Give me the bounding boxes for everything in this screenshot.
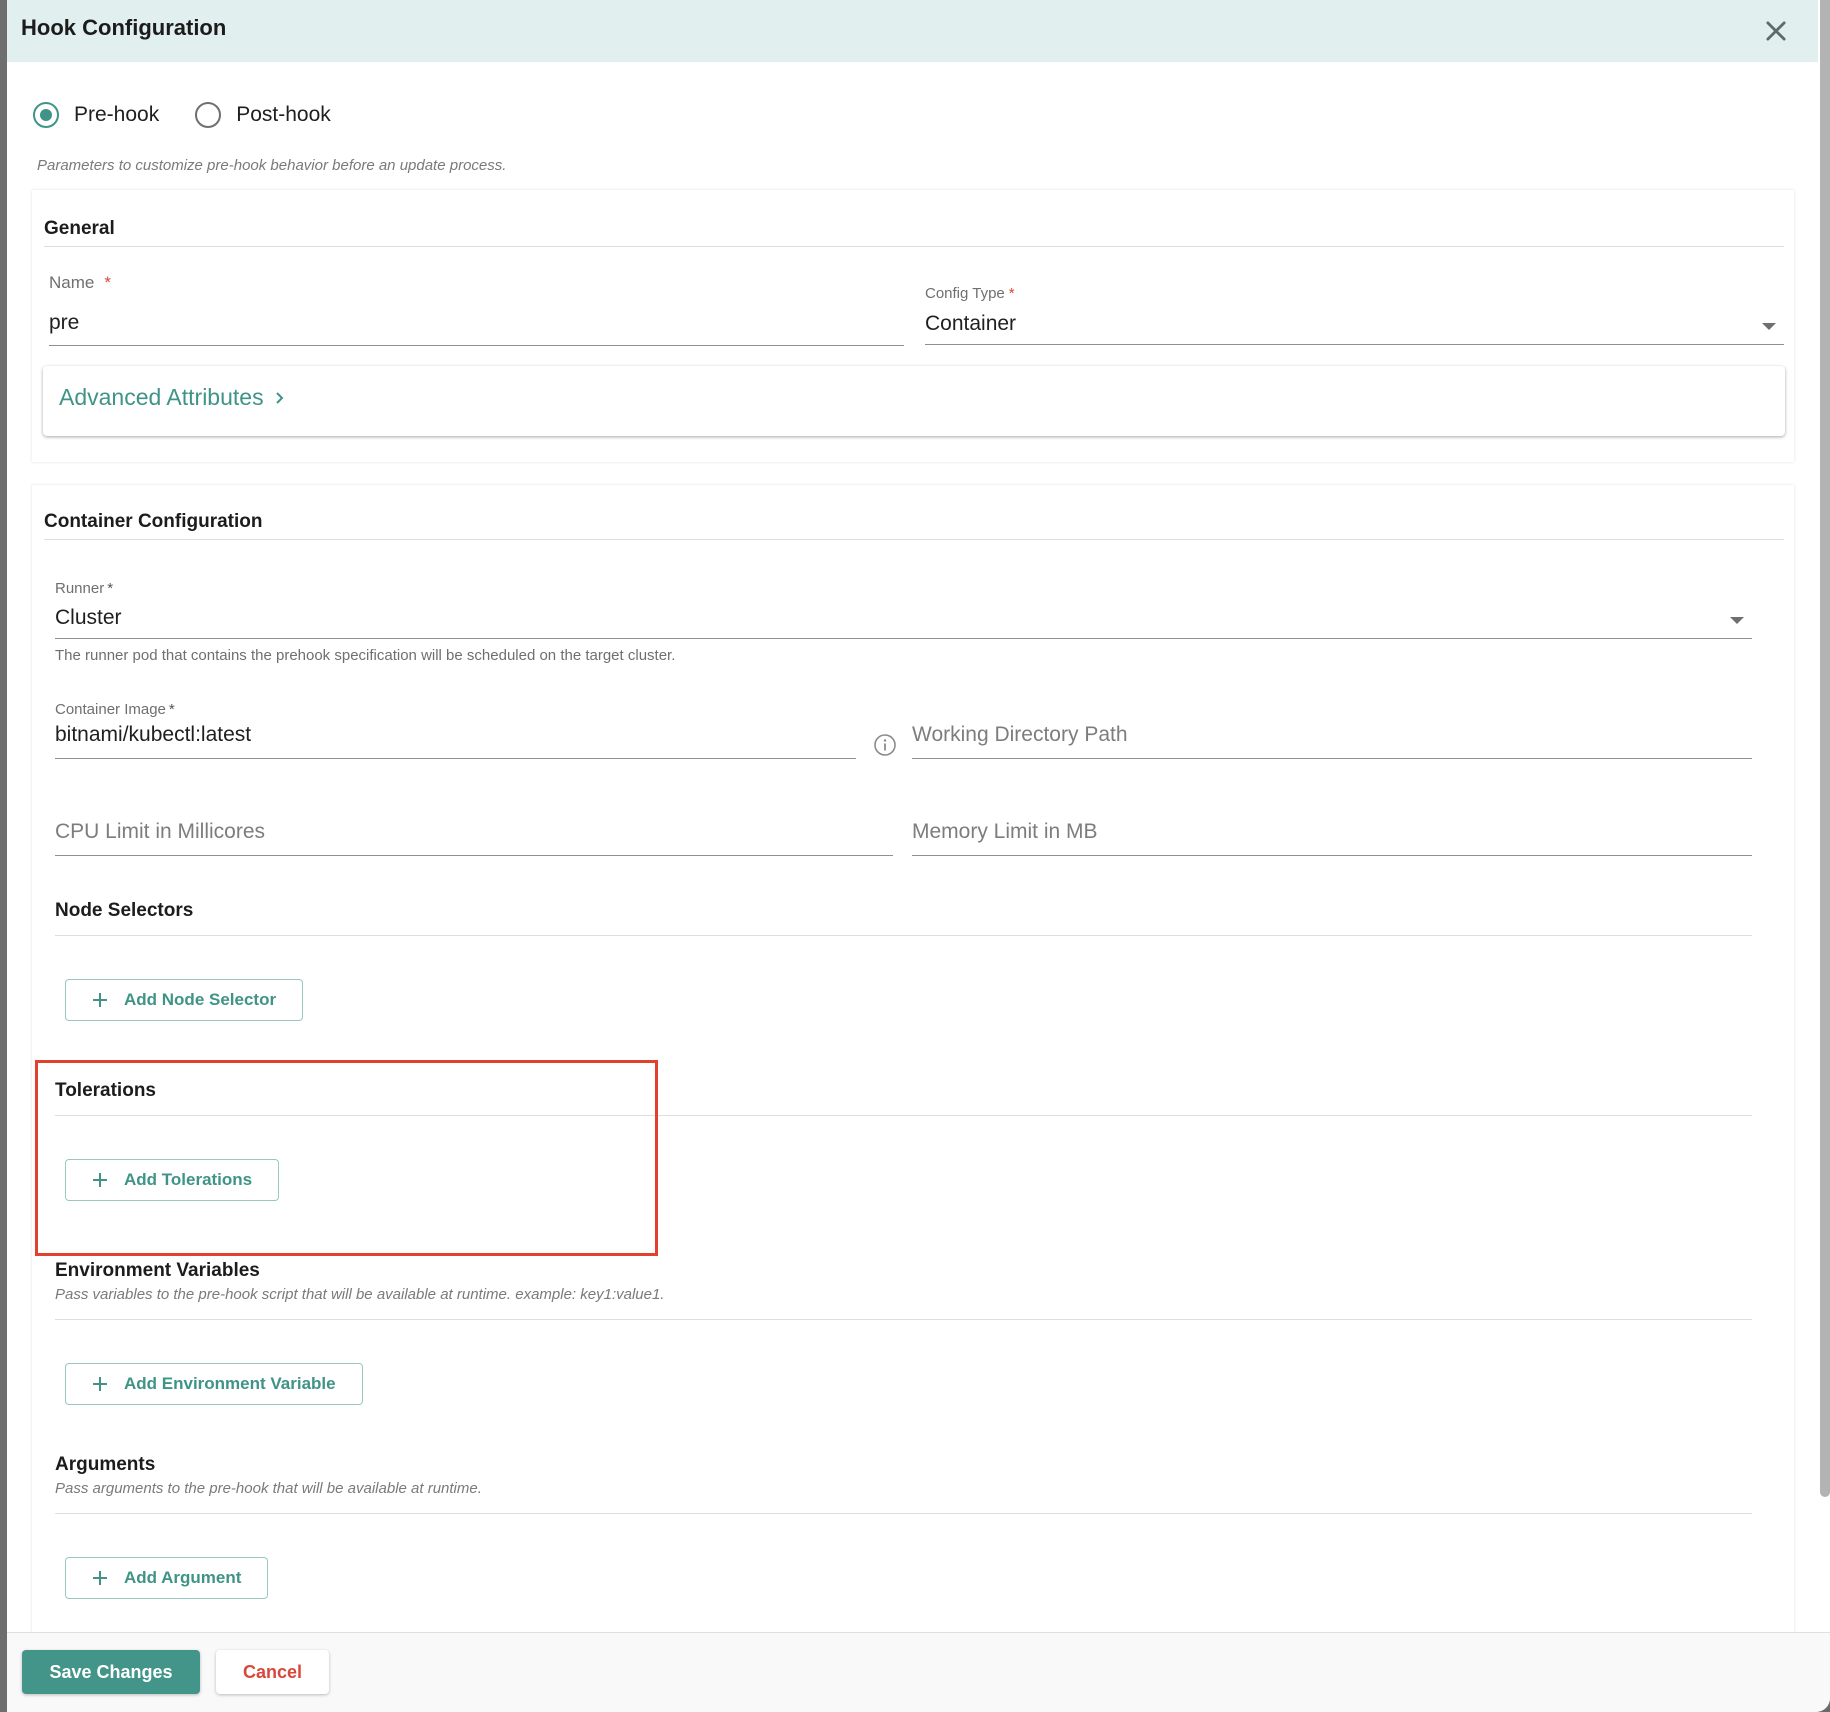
save-changes-button[interactable]: Save Changes [22, 1650, 200, 1694]
name-label-text: Name [49, 273, 95, 292]
hook-type-radio-group: Pre-hook Post-hook [33, 102, 367, 128]
required-mark: * [168, 701, 175, 718]
close-button[interactable] [1762, 17, 1790, 45]
required-mark: * [1008, 285, 1015, 302]
working-directory-input[interactable] [912, 719, 1752, 759]
chevron-right-icon [276, 392, 284, 404]
plus-icon [93, 1173, 107, 1187]
arguments-description: Pass arguments to the pre-hook that will… [55, 1480, 482, 1497]
radio-post-hook[interactable]: Post-hook [195, 102, 331, 128]
divider [44, 246, 1784, 247]
divider [55, 1513, 1752, 1514]
dropdown-arrow-icon [1730, 617, 1744, 624]
config-type-label: Config Type * [925, 285, 1015, 302]
section-title-node-selectors: Node Selectors [55, 900, 194, 921]
add-tolerations-label: Add Tolerations [124, 1170, 253, 1189]
section-title-tolerations: Tolerations [55, 1080, 156, 1101]
divider [55, 935, 1752, 936]
plus-icon [93, 1571, 107, 1585]
add-argument-label: Add Argument [124, 1568, 242, 1587]
config-type-value: Container [925, 312, 1017, 335]
dialog-header: Hook Configuration [7, 0, 1830, 62]
cancel-button[interactable]: Cancel [216, 1650, 329, 1694]
general-card: General Name* Config Type* Container Adv… [32, 190, 1794, 462]
advanced-attributes-label: Advanced Attributes [59, 384, 264, 410]
plus-icon [93, 1377, 107, 1391]
hook-configuration-dialog: Hook Configuration Pre-hook Post-hook Pa… [7, 0, 1830, 1712]
section-title-environment-variables: Environment Variables [55, 1260, 260, 1281]
name-input[interactable] [49, 308, 904, 346]
required-mark: * [107, 580, 114, 597]
hook-description: Parameters to customize pre-hook behavio… [37, 157, 507, 174]
radio-checked-icon[interactable] [33, 102, 59, 128]
environment-variables-description: Pass variables to the pre-hook script th… [55, 1286, 665, 1303]
add-node-selector-label: Add Node Selector [124, 990, 277, 1009]
info-icon[interactable] [873, 733, 897, 757]
runner-label-text: Runner [55, 580, 105, 597]
add-tolerations-button[interactable]: Add Tolerations [65, 1159, 280, 1201]
section-title-arguments: Arguments [55, 1454, 156, 1475]
add-environment-variable-button[interactable]: Add Environment Variable [65, 1363, 363, 1405]
scrollbar-thumb[interactable] [1820, 0, 1830, 1497]
container-configuration-card: Container Configuration Runner * Cluster … [32, 485, 1794, 1645]
runner-helper-text: The runner pod that contains the prehook… [55, 647, 676, 664]
memory-limit-input[interactable] [912, 816, 1752, 856]
config-type-select[interactable]: Container [925, 305, 1784, 345]
scrollbar[interactable] [1818, 0, 1830, 1632]
plus-icon [93, 993, 107, 1007]
runner-value: Cluster [55, 606, 122, 629]
required-mark: * [104, 273, 111, 292]
container-image-label-text: Container Image [55, 701, 166, 718]
section-title-container-configuration: Container Configuration [44, 511, 263, 532]
dropdown-arrow-icon [1762, 323, 1776, 330]
add-node-selector-button[interactable]: Add Node Selector [65, 979, 304, 1021]
close-icon [1766, 21, 1786, 41]
radio-label: Post-hook [236, 103, 331, 126]
divider [44, 539, 1784, 540]
dialog-footer: Save Changes Cancel [7, 1632, 1830, 1712]
name-label: Name * [49, 273, 111, 293]
config-type-label-text: Config Type [925, 285, 1005, 302]
dialog-title: Hook Configuration [21, 15, 227, 40]
radio-pre-hook[interactable]: Pre-hook [33, 102, 159, 128]
divider [55, 1319, 1752, 1320]
container-image-input[interactable] [55, 719, 856, 759]
radio-unchecked-icon[interactable] [195, 102, 222, 128]
add-argument-button[interactable]: Add Argument [65, 1557, 269, 1599]
cpu-limit-input[interactable] [55, 816, 893, 856]
runner-select[interactable]: Cluster [55, 597, 1752, 639]
add-environment-variable-label: Add Environment Variable [124, 1374, 336, 1393]
divider [55, 1115, 1752, 1116]
advanced-attributes-toggle[interactable]: Advanced Attributes [43, 366, 1785, 436]
radio-label: Pre-hook [74, 103, 160, 126]
section-title-general: General [44, 218, 115, 239]
container-image-label: Container Image * [55, 701, 175, 718]
runner-label: Runner * [55, 580, 113, 597]
